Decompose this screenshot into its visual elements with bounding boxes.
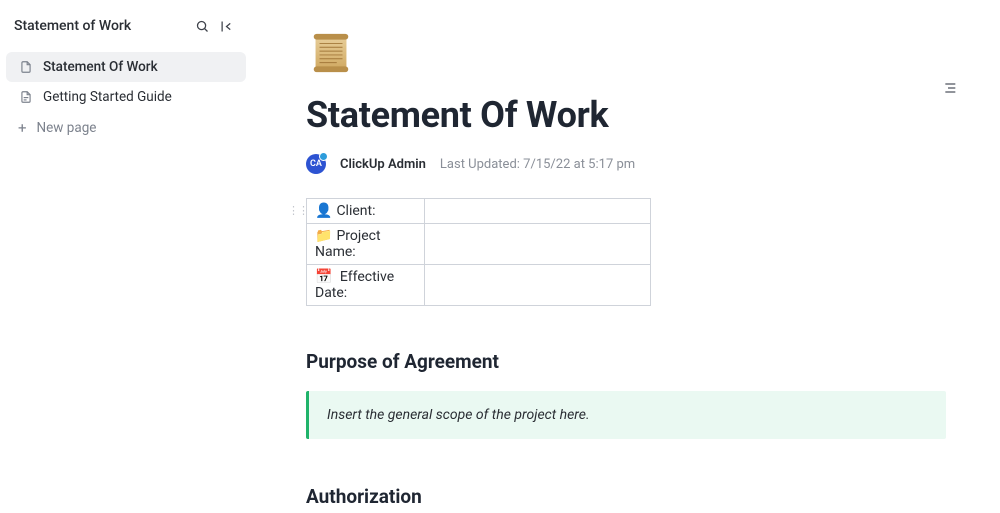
search-icon[interactable] [190,14,214,38]
sidebar-item-statement-of-work[interactable]: Statement Of Work [6,52,246,82]
sidebar: Statement of Work Statement Of Work Gett… [0,0,252,513]
meta-cell-value[interactable] [425,265,651,306]
page-content: Statement Of Work CA ClickUp Admin Last … [306,0,946,513]
table-row[interactable]: 📅 Effective Date: [307,265,651,306]
metadata-table[interactable]: 👤Client: 📁Project Name: 📅 Effective Date… [306,198,651,306]
sidebar-item-label: Getting Started Guide [43,89,172,105]
sidebar-item-label: Statement Of Work [43,59,158,75]
section-authorization: Authorization 👆 This is the section wher… [306,485,946,513]
plus-icon: + [18,121,27,136]
doc-icon [18,60,33,75]
section-heading[interactable]: Purpose of Agreement [306,350,946,373]
meta-cell-value[interactable] [425,199,651,224]
table-row[interactable]: 👤Client: [307,199,651,224]
drag-handle-icon[interactable]: ⋮⋮ [288,204,308,217]
section-purpose: Purpose of Agreement Insert the general … [306,350,946,439]
person-icon: 👤 [315,203,332,219]
avatar[interactable]: CA [306,154,326,174]
meta-cell-label[interactable]: 👤Client: [307,199,425,224]
main-area: Statement Of Work CA ClickUp Admin Last … [252,0,1000,513]
table-row[interactable]: 📁Project Name: [307,224,651,265]
page-emoji-scroll-icon[interactable] [308,30,354,76]
app-root: Statement of Work Statement Of Work Gett… [0,0,1000,513]
last-updated: Last Updated: 7/15/22 at 5:17 pm [440,157,635,172]
page-meta: CA ClickUp Admin Last Updated: 7/15/22 a… [306,154,946,174]
section-heading[interactable]: Authorization [306,485,946,508]
folder-icon: 📁 [315,228,332,244]
calendar-icon: 📅 [315,269,332,285]
new-page-button[interactable]: + New page [6,114,246,142]
callout-text: Insert the general scope of the project … [327,405,590,425]
new-page-label: New page [37,120,97,136]
meta-cell-value[interactable] [425,224,651,265]
meta-cell-label[interactable]: 📅 Effective Date: [307,265,425,306]
page-title[interactable]: Statement Of Work [306,94,946,136]
sidebar-header: Statement of Work [0,0,252,48]
sidebar-list: Statement Of Work Getting Started Guide … [0,48,252,146]
workspace-title[interactable]: Statement of Work [14,18,190,34]
callout-purpose[interactable]: Insert the general scope of the project … [306,391,946,439]
meta-cell-label[interactable]: 📁Project Name: [307,224,425,265]
doc-icon [18,90,33,105]
metadata-table-wrapper: ⋮⋮ 👤Client: 📁Project Name: 📅 Effective D… [306,198,946,306]
author-name[interactable]: ClickUp Admin [340,157,426,172]
toc-icon[interactable] [938,76,962,100]
collapse-sidebar-icon[interactable] [214,14,238,38]
sidebar-item-getting-started[interactable]: Getting Started Guide [6,82,246,112]
